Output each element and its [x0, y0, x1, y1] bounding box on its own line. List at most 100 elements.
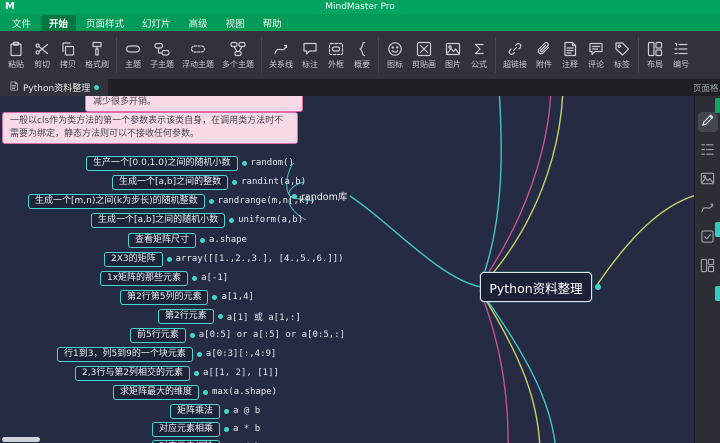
toolbar-subtopic-button[interactable]: 子主题	[146, 37, 178, 73]
collapse-dot[interactable]	[189, 332, 195, 338]
toolbar-attachment-button[interactable]: 附件	[531, 37, 557, 73]
toolbar-boundary-button[interactable]: 外框	[323, 37, 349, 73]
collapse-dot[interactable]	[200, 237, 206, 243]
layout-panel-button[interactable]	[698, 257, 718, 277]
toolbar-paste-button[interactable]: 粘贴	[3, 37, 29, 73]
topic-node[interactable]: 第2行元素	[158, 308, 214, 324]
toolbar-icon-button[interactable]: 图标	[382, 37, 408, 73]
toolbar-summary-label: 概要	[354, 60, 370, 69]
clipped-side-tab-1[interactable]	[715, 222, 720, 237]
toolbar-formula-label: 公式	[471, 60, 487, 69]
menu-item-slideshow[interactable]: 幻灯片	[134, 15, 179, 31]
toolbar-formula-button[interactable]: 公式	[466, 37, 492, 73]
toolbar-picture-button[interactable]: 图片	[440, 37, 466, 73]
topic-node[interactable]: 第2行第5列的元素	[120, 289, 209, 305]
outline-button[interactable]	[698, 141, 718, 161]
topic-node[interactable]: 生产一个[0.0,1.0)之间的随机小数	[86, 155, 238, 171]
toolbar-paste-label: 粘贴	[8, 60, 24, 69]
task-panel-icon	[700, 229, 715, 248]
toolbar-copy-button[interactable]: 拷贝	[55, 37, 81, 73]
topic-node[interactable]: 对应元素相除	[152, 439, 221, 443]
toolbar-note-button[interactable]: 注释	[557, 37, 583, 73]
toolbar-format-painter-button[interactable]: 格式刷	[81, 37, 113, 73]
subtopic-node[interactable]: a[-1]	[201, 273, 228, 283]
clipped-side-tab-2[interactable]	[715, 286, 720, 301]
image-panel-button[interactable]	[698, 170, 718, 190]
toolbar-summary-button[interactable]: 概要	[349, 37, 375, 73]
collapse-dot[interactable]	[229, 217, 235, 223]
subtopic-node[interactable]: a[0:3][:,4:9]	[206, 349, 276, 359]
toolbar-floating-topic-button[interactable]: 浮动主题	[178, 37, 218, 73]
menu-item-home[interactable]: 开始	[41, 14, 77, 31]
subtopic-node[interactable]: a[0:5] or a[:5] or a[0:5,:]	[199, 330, 345, 340]
subtopic-node[interactable]: a.shape	[209, 235, 247, 245]
random-parent-label: random库	[301, 192, 348, 203]
toolbar-tag-button[interactable]: 标签	[609, 37, 635, 73]
random-parent-node[interactable]: random库	[288, 188, 347, 204]
toolbar-topic-button[interactable]: 主题	[120, 37, 146, 73]
collapse-dot[interactable]	[232, 179, 238, 185]
toolbar-relationship-button[interactable]: 关系线	[265, 37, 297, 73]
subtopic-node[interactable]: a * b	[233, 424, 260, 434]
topic-node[interactable]: 2X3的矩阵	[104, 251, 163, 267]
collapse-dot[interactable]	[241, 160, 247, 166]
collapse-dot[interactable]	[192, 275, 198, 281]
topic-node[interactable]: 求矩阵最大的维度	[113, 384, 200, 400]
mindmap-canvas[interactable]: Python资料整理 类方法一般使用类名直接调用，与实例方法比能够减少很多开销。…	[0, 96, 694, 443]
collapse-dot[interactable]	[217, 313, 223, 319]
collapse-dot[interactable]	[166, 256, 172, 262]
topic-node[interactable]: 行1到3，列5到9的一个块元素	[57, 346, 193, 362]
collapse-dot[interactable]	[208, 198, 214, 204]
toolbar-layout-button[interactable]: 布局	[642, 37, 668, 73]
horizontal-scrollbar[interactable]	[2, 437, 40, 442]
toolbar-clipart-button[interactable]: 剪贴画	[408, 37, 440, 73]
topic-node[interactable]: 前5行元素	[130, 327, 186, 343]
menu-item-advanced[interactable]: 高级	[181, 15, 216, 31]
main-topic-node[interactable]: Python资料整理	[480, 272, 601, 302]
collapse-dot[interactable]	[292, 193, 297, 199]
topic-node[interactable]: 对应元素相乘	[152, 421, 221, 437]
topic-node[interactable]: 1x矩阵的那些元素	[100, 270, 189, 286]
collapse-dot[interactable]	[196, 351, 202, 357]
topic-node[interactable]: 查看矩阵尺寸	[128, 232, 197, 248]
toolbar-numbering-button[interactable]: 编号	[668, 37, 694, 73]
document-tab[interactable]: Python资料整理	[0, 79, 109, 96]
collapse-dot[interactable]	[212, 294, 218, 300]
subtopic-node[interactable]: uniform(a,b)	[238, 215, 303, 225]
subtopic-node[interactable]: a[1] 或 a[1,:]	[227, 310, 301, 323]
floating-note-0[interactable]: 类方法一般使用类名直接调用，与实例方法比能够减少很多开销。	[85, 96, 303, 113]
icon-icon	[387, 40, 403, 57]
toolbar-format-painter-label: 格式刷	[85, 60, 109, 69]
format-pen-button[interactable]	[697, 112, 718, 132]
subtopic-node[interactable]: randint(a,b)	[241, 177, 306, 187]
topic-node[interactable]: 生成一个[a,b]之间的随机小数	[91, 212, 226, 228]
topic-node[interactable]: 生成一个[m,n)之间(k为步长)的随机整数	[28, 193, 205, 209]
toolbar-multi-topic-button[interactable]: 多个主题	[218, 37, 258, 73]
collapse-dot[interactable]	[203, 389, 209, 395]
collapse-dot[interactable]	[595, 284, 601, 290]
subtopic-node[interactable]: a[1,4]	[221, 292, 254, 302]
topic-node[interactable]: 2,3行与第2列相交的元素	[75, 365, 191, 381]
menu-item-help[interactable]: 帮助	[255, 15, 290, 31]
toolbar-hyperlink-button[interactable]: 超链接	[499, 37, 531, 73]
toolbar-comment-button[interactable]: 评论	[583, 37, 609, 73]
floating-note-1[interactable]: 一般以cls作为类方法的第一个参数表示该类自身，在调用类方法时不需要为绑定，静态…	[2, 112, 298, 145]
toolbar-cut-button[interactable]: 剪切	[29, 37, 55, 73]
subtopic-node[interactable]: max(a.shape)	[212, 387, 277, 397]
topic-node[interactable]: 生成一个[a,b]之间的整数	[112, 174, 229, 190]
topic-node[interactable]: 矩阵乘法	[170, 403, 221, 419]
clipped-side-tab-0[interactable]	[715, 98, 720, 113]
relation-panel-button[interactable]	[698, 199, 718, 219]
collapse-dot[interactable]	[224, 408, 230, 414]
toolbar-callout-button[interactable]: 标注	[297, 37, 323, 73]
menu-item-file[interactable]: 文件	[4, 15, 39, 31]
subtopic-node[interactable]: array([[1.,2.,3.], [4.,5.,6.]])	[176, 254, 344, 264]
menu-item-view[interactable]: 视图	[218, 15, 253, 31]
numbering-icon	[673, 40, 689, 57]
subtopic-node[interactable]: a @ b	[233, 406, 260, 416]
menu-item-page-style[interactable]: 页面样式	[78, 15, 132, 31]
collapse-dot[interactable]	[194, 370, 200, 376]
subtopic-node[interactable]: random()	[251, 158, 294, 168]
subtopic-node[interactable]: a[[1, 2], [1]]	[203, 368, 279, 378]
collapse-dot[interactable]	[224, 426, 230, 432]
